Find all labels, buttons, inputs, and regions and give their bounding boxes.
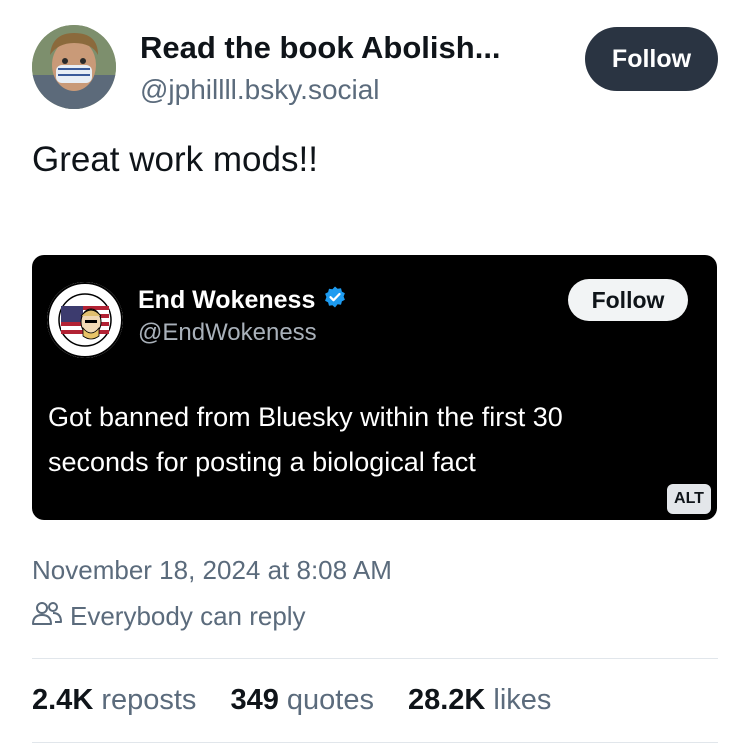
embed-account-name: End Wokeness [138,285,347,316]
divider [32,658,718,659]
people-icon [32,600,62,633]
follow-button[interactable]: Follow [585,27,718,91]
quotes-label: quotes [286,684,374,716]
quotes-count: 349 [230,684,279,716]
embed-follow-button: Follow [568,279,688,321]
author-avatar[interactable] [32,25,116,109]
likes-label: likes [493,684,552,716]
post-timestamp: November 18, 2024 at 8:08 AM [32,555,392,585]
author-display-name[interactable]: Read the book Abolish... [140,30,501,66]
embedded-image[interactable]: End Wokeness @EndWokeness Follow Got ban… [32,255,717,520]
quotes-stat[interactable]: 349 quotes [230,684,374,717]
reposts-stat[interactable]: 2.4K reposts [32,684,196,717]
post-text: Great work mods!! [32,140,318,179]
reply-setting-label: Everybody can reply [70,601,306,631]
likes-count: 28.2K [407,684,486,716]
engagement-stats: 2.4K reposts 349 quotes 28.2K likes [32,684,551,717]
embed-avatar [47,282,123,358]
likes-stat[interactable]: 28.2K likes [408,684,551,717]
embed-post-text: Got banned from Bluesky within the first… [48,402,563,477]
verified-badge-icon [323,285,347,316]
divider-bottom [32,742,718,743]
embed-account-handle: @EndWokeness [138,319,317,346]
reply-setting[interactable]: Everybody can reply [32,600,306,633]
embed-name-text: End Wokeness [138,286,316,314]
reposts-count: 2.4K [32,684,94,716]
alt-text-badge[interactable]: ALT [667,484,711,514]
reposts-label: reposts [101,684,197,716]
author-handle[interactable]: @jphillll.bsky.social [140,74,380,106]
